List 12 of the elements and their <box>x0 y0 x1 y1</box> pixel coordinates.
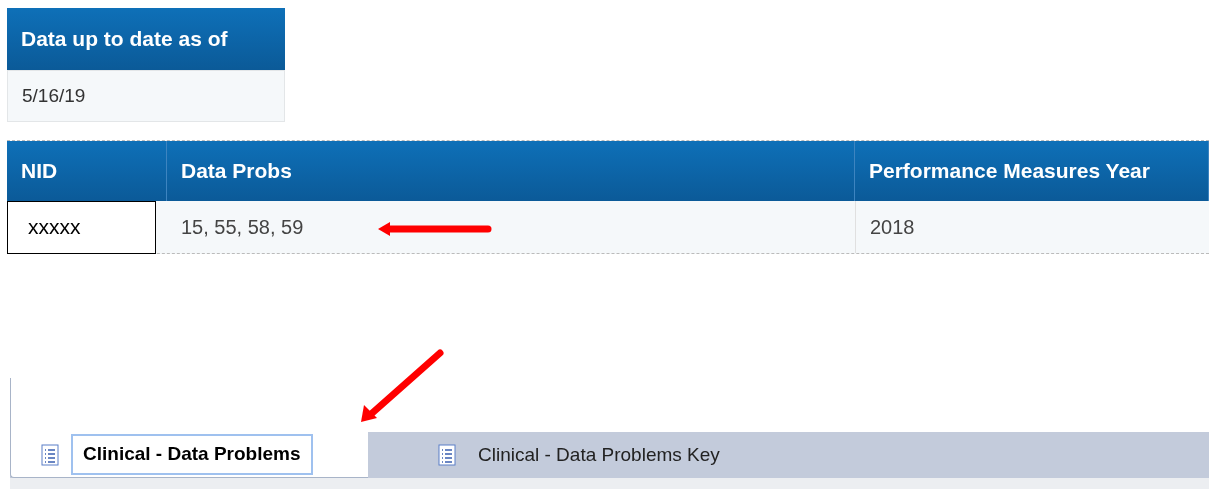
table-cell: 2018 <box>855 201 1209 253</box>
table-cell: xxxxx <box>7 200 156 254</box>
column-header: NID <box>7 141 167 201</box>
sheet-tab[interactable]: Clinical - Data Problems <box>10 432 368 478</box>
table-cell: 5/16/19 <box>7 70 285 122</box>
document-icon <box>438 444 456 466</box>
column-header: Data Probs <box>167 141 855 201</box>
sheet-tab[interactable]: Clinical - Data Problems Key <box>368 432 734 478</box>
table-cell: 15, 55, 58, 59 <box>181 216 304 238</box>
column-header: Performance Measures Year <box>855 141 1209 201</box>
column-header: Data up to date as of <box>7 8 285 70</box>
document-icon <box>41 443 59 466</box>
